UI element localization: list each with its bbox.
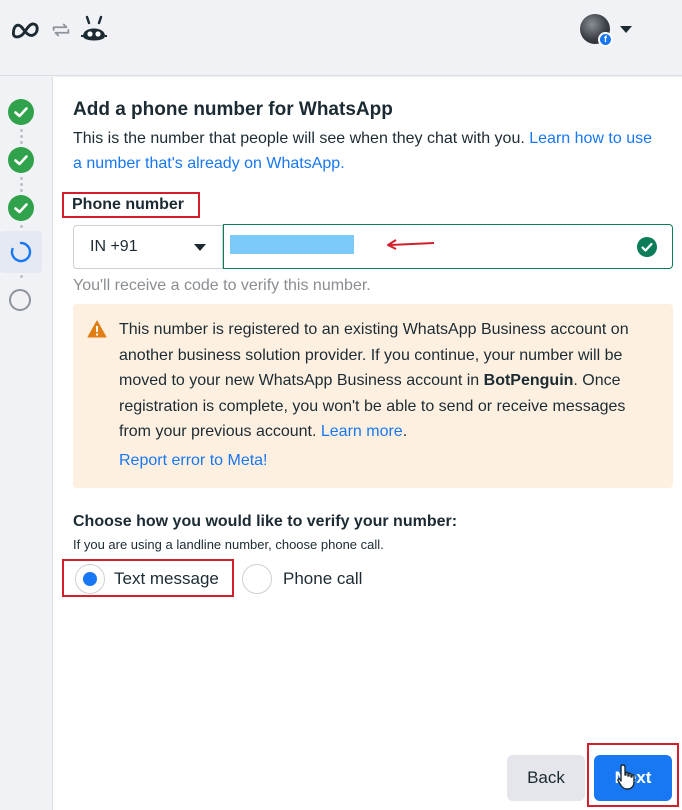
annotation-arrow-icon — [387, 239, 435, 250]
step-complete-icon — [8, 147, 34, 173]
chevron-down-icon[interactable] — [620, 25, 632, 33]
report-error-link[interactable]: Report error to Meta! — [119, 452, 268, 470]
loading-spinner-icon — [10, 241, 32, 263]
page-subtitle: This is the number that people will see … — [73, 126, 663, 176]
avatar[interactable]: f — [580, 14, 613, 47]
step-connector — [19, 129, 23, 147]
check-circle-icon — [637, 237, 657, 257]
chevron-down-icon — [194, 244, 206, 251]
verify-method-help: If you are using a landline number, choo… — [73, 537, 384, 552]
step-pending-icon — [9, 289, 31, 311]
hand-cursor-icon — [617, 764, 635, 790]
progress-stepper — [0, 77, 52, 810]
text-message-radio[interactable] — [75, 564, 105, 594]
phone-number-form: Add a phone number for WhatsApp This is … — [52, 77, 682, 810]
sync-arrows-icon — [52, 23, 70, 37]
warning-text: This number is registered to an existing… — [119, 317, 659, 445]
warning-triangle-icon — [87, 320, 107, 338]
business-name: BotPenguin — [483, 372, 574, 389]
learn-more-link[interactable]: Learn more — [321, 423, 403, 440]
brand-group — [10, 14, 110, 46]
verify-method-title: Choose how you would like to verify your… — [73, 513, 458, 530]
top-header: f — [0, 0, 682, 76]
annotation-highlight-box: Phone number — [62, 192, 200, 218]
verification-helper-text: You'll receive a code to verify this num… — [73, 277, 371, 294]
meta-logo-icon — [11, 22, 39, 39]
warning-banner: This number is registered to an existing… — [73, 304, 673, 488]
back-button[interactable]: Back — [507, 755, 585, 801]
page-title: Add a phone number for WhatsApp — [73, 99, 393, 120]
subtitle-text: This is the number that people will see … — [73, 130, 530, 147]
step-complete-icon — [8, 195, 34, 221]
country-code-value: IN +91 — [90, 238, 138, 255]
redacted-phone-value — [230, 235, 354, 254]
phone-number-label: Phone number — [72, 196, 185, 213]
step-connector — [19, 275, 23, 281]
warning-text-part: . — [402, 423, 408, 440]
step-in-progress — [0, 231, 42, 273]
botpenguin-icon — [81, 15, 107, 41]
text-message-label[interactable]: Text message — [114, 569, 219, 589]
facebook-badge-icon: f — [598, 32, 613, 47]
country-code-select[interactable]: IN +91 — [73, 225, 223, 269]
account-menu[interactable]: f — [580, 14, 632, 47]
phone-call-label[interactable]: Phone call — [283, 569, 362, 589]
phone-call-radio[interactable] — [242, 564, 272, 594]
step-complete-icon — [8, 99, 34, 125]
phone-number-input[interactable] — [223, 224, 673, 269]
step-connector — [19, 177, 23, 195]
